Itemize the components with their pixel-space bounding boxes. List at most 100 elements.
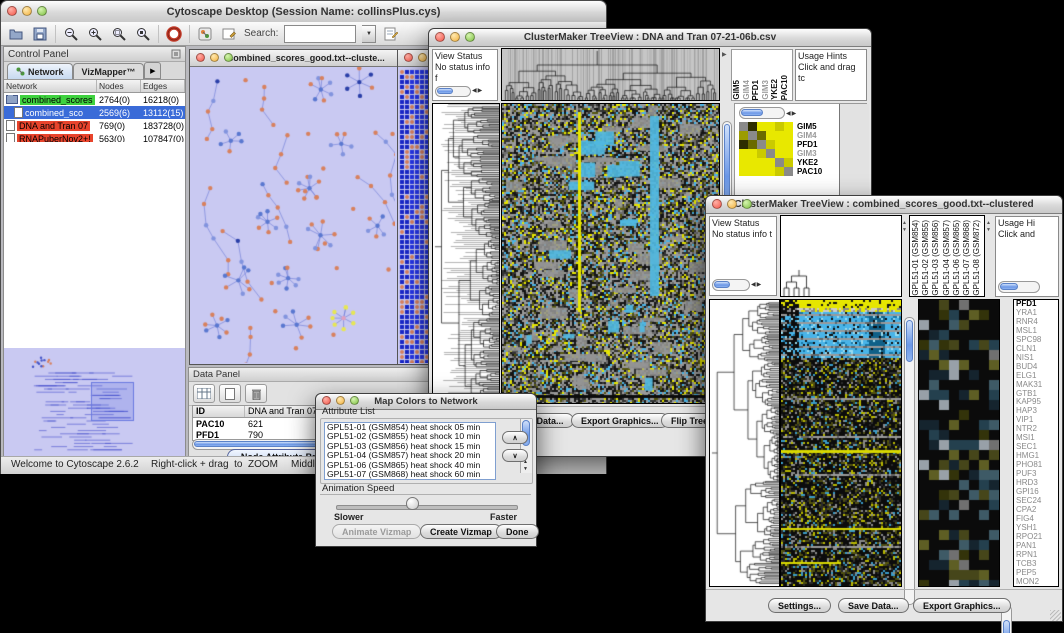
zoom-matrix-cell[interactable] (784, 149, 793, 158)
save-icon[interactable] (31, 25, 49, 43)
heatmap-pane[interactable] (780, 299, 902, 587)
minimize-button[interactable] (450, 32, 460, 42)
vizmapper-shortcut-icon[interactable] (196, 25, 214, 43)
minimize-button[interactable] (418, 53, 427, 62)
zoom-matrix-cell[interactable] (766, 140, 775, 149)
zoom-matrix-cell[interactable] (739, 131, 748, 140)
minimize-button[interactable] (210, 53, 219, 62)
row-dendrogram-canvas[interactable] (710, 300, 779, 586)
close-button[interactable] (435, 32, 445, 42)
zoom-matrix-cell[interactable] (784, 122, 793, 131)
zoom-matrix-cell[interactable] (766, 122, 775, 131)
minimize-button[interactable] (336, 396, 345, 405)
scroll-arrows-icon[interactable]: ◀▶ (786, 110, 797, 117)
tab-network[interactable]: Network (7, 63, 73, 79)
network-tree-row[interactable]: DNA and Tran 07769(0)183728(0) (4, 119, 185, 132)
create-vizmap-button[interactable]: Create Vizmap (420, 524, 502, 539)
network-canvas[interactable] (190, 67, 395, 363)
minimize-button[interactable] (22, 6, 32, 16)
export-graphics-button[interactable]: Export Graphics... (913, 598, 1011, 613)
zoom-button[interactable] (224, 53, 233, 62)
speed-slider-track[interactable] (336, 505, 518, 510)
move-up-button[interactable]: ∧ (502, 431, 528, 444)
column-dendrogram-canvas[interactable] (781, 216, 901, 296)
tab-overflow-button[interactable]: ▶ (144, 62, 161, 79)
close-button[interactable] (322, 396, 331, 405)
float-panel-icon[interactable] (171, 49, 181, 59)
network-tree-row[interactable]: combined_scores2764(0)16218(0) (4, 93, 185, 106)
zoom-matrix-cell[interactable] (748, 131, 757, 140)
zoom-matrix-cell[interactable] (739, 158, 748, 167)
select-attributes-icon[interactable] (193, 384, 215, 403)
heatmap-vscrollbar[interactable] (904, 317, 915, 605)
zoom-hscrollbar[interactable] (739, 107, 785, 119)
zoom-matrix-cell[interactable] (775, 131, 784, 140)
column-dendrogram-pane[interactable] (501, 48, 720, 101)
attribute-list[interactable]: GPL51-01 (GSM854) heat shock 05 minGPL51… (324, 422, 496, 480)
search-input[interactable] (284, 25, 356, 43)
zoom-matrix-cell[interactable] (748, 167, 757, 176)
network-overview-canvas[interactable] (5, 349, 184, 456)
zoom-matrix-cell[interactable] (757, 167, 766, 176)
help-ring-icon[interactable] (165, 25, 183, 43)
zoom-matrix-cell[interactable] (775, 140, 784, 149)
scroll-arrows-icon[interactable]: ◀▶ (751, 280, 762, 291)
treeview-dna-titlebar[interactable]: ClusterMaker TreeView : DNA and Tran 07-… (429, 29, 871, 47)
label-scroll-arrows[interactable]: ▲▼ (986, 220, 992, 234)
zoom-matrix-cell[interactable] (775, 167, 784, 176)
zoom-matrix-cell[interactable] (775, 158, 784, 167)
export-graphics-button[interactable]: Export Graphics... (571, 413, 669, 428)
mini-hscrollbar[interactable] (998, 281, 1040, 293)
zoom-button[interactable] (350, 396, 359, 405)
column-dendrogram-canvas[interactable] (502, 49, 719, 100)
zoom-fit-icon[interactable] (134, 25, 152, 43)
row-dendrogram-pane[interactable] (709, 299, 780, 587)
zoom-button[interactable] (465, 32, 475, 42)
zoom-matrix-cell[interactable] (766, 158, 775, 167)
zoom-in-icon[interactable] (86, 25, 104, 43)
heatmap-canvas[interactable] (502, 104, 719, 403)
zoom-matrix-cell[interactable] (748, 122, 757, 131)
network-view-titlebar[interactable]: combined_scores_good.txt--cluste... (190, 50, 397, 67)
zoom-matrix-cell[interactable] (784, 167, 793, 176)
close-button[interactable] (712, 199, 722, 209)
done-button[interactable]: Done (496, 524, 539, 539)
column-dendrogram-pane[interactable] (780, 215, 902, 297)
zoom-selected-icon[interactable] (110, 25, 128, 43)
annotation-icon[interactable] (220, 25, 238, 43)
gene-name-list[interactable]: PFD1YRA1RNR4MSL1SPC98CLN1NIS1BUD4ELG1MAK… (1013, 299, 1059, 587)
zoom-matrix-cell[interactable] (739, 140, 748, 149)
zoom-button[interactable] (742, 199, 752, 209)
zoom-heatmap-pane[interactable] (918, 299, 1000, 587)
zoom-matrix-cell[interactable] (757, 131, 766, 140)
zoom-scroll-arrows[interactable]: ▶ (722, 51, 730, 99)
zoom-matrix[interactable] (739, 122, 793, 176)
zoom-matrix-cell[interactable] (766, 167, 775, 176)
scroll-arrows-icon[interactable]: ◀▶ (472, 86, 483, 97)
attribute-editor-icon[interactable] (382, 25, 400, 43)
save-data-button[interactable]: Save Data... (838, 598, 909, 613)
attribute-list-vscrollbar[interactable]: ▲ ▼ (520, 419, 532, 473)
zoom-matrix-cell[interactable] (766, 131, 775, 140)
zoom-matrix-cell[interactable] (748, 140, 757, 149)
minimize-button[interactable] (727, 199, 737, 209)
scroll-down-icon[interactable]: ▼ (523, 466, 528, 472)
zoom-matrix-cell[interactable] (784, 158, 793, 167)
zoom-matrix-cell[interactable] (739, 149, 748, 158)
heatmap-pane[interactable] (501, 103, 720, 404)
search-dropdown-icon[interactable]: ▼ (362, 25, 376, 43)
move-down-button[interactable]: ∨ (502, 449, 528, 462)
zoom-matrix-cell[interactable] (757, 149, 766, 158)
gene-label[interactable]: MON2 (1016, 578, 1058, 587)
zoom-matrix-cell[interactable] (766, 149, 775, 158)
tab-vizmapper[interactable]: VizMapper™ (73, 63, 145, 79)
speed-slider-thumb[interactable] (406, 497, 419, 510)
animate-vizmap-button[interactable]: Animate Vizmap (332, 524, 421, 539)
open-file-icon[interactable] (7, 25, 25, 43)
label-scroll-arrows[interactable]: ▲▼ (902, 220, 908, 234)
zoom-matrix-cell[interactable] (757, 122, 766, 131)
zoom-matrix-cell[interactable] (775, 149, 784, 158)
close-button[interactable] (7, 6, 17, 16)
mini-hscrollbar[interactable] (712, 279, 750, 291)
network-tree-row[interactable]: combined_sco2569(6)13112(15) (4, 106, 185, 119)
